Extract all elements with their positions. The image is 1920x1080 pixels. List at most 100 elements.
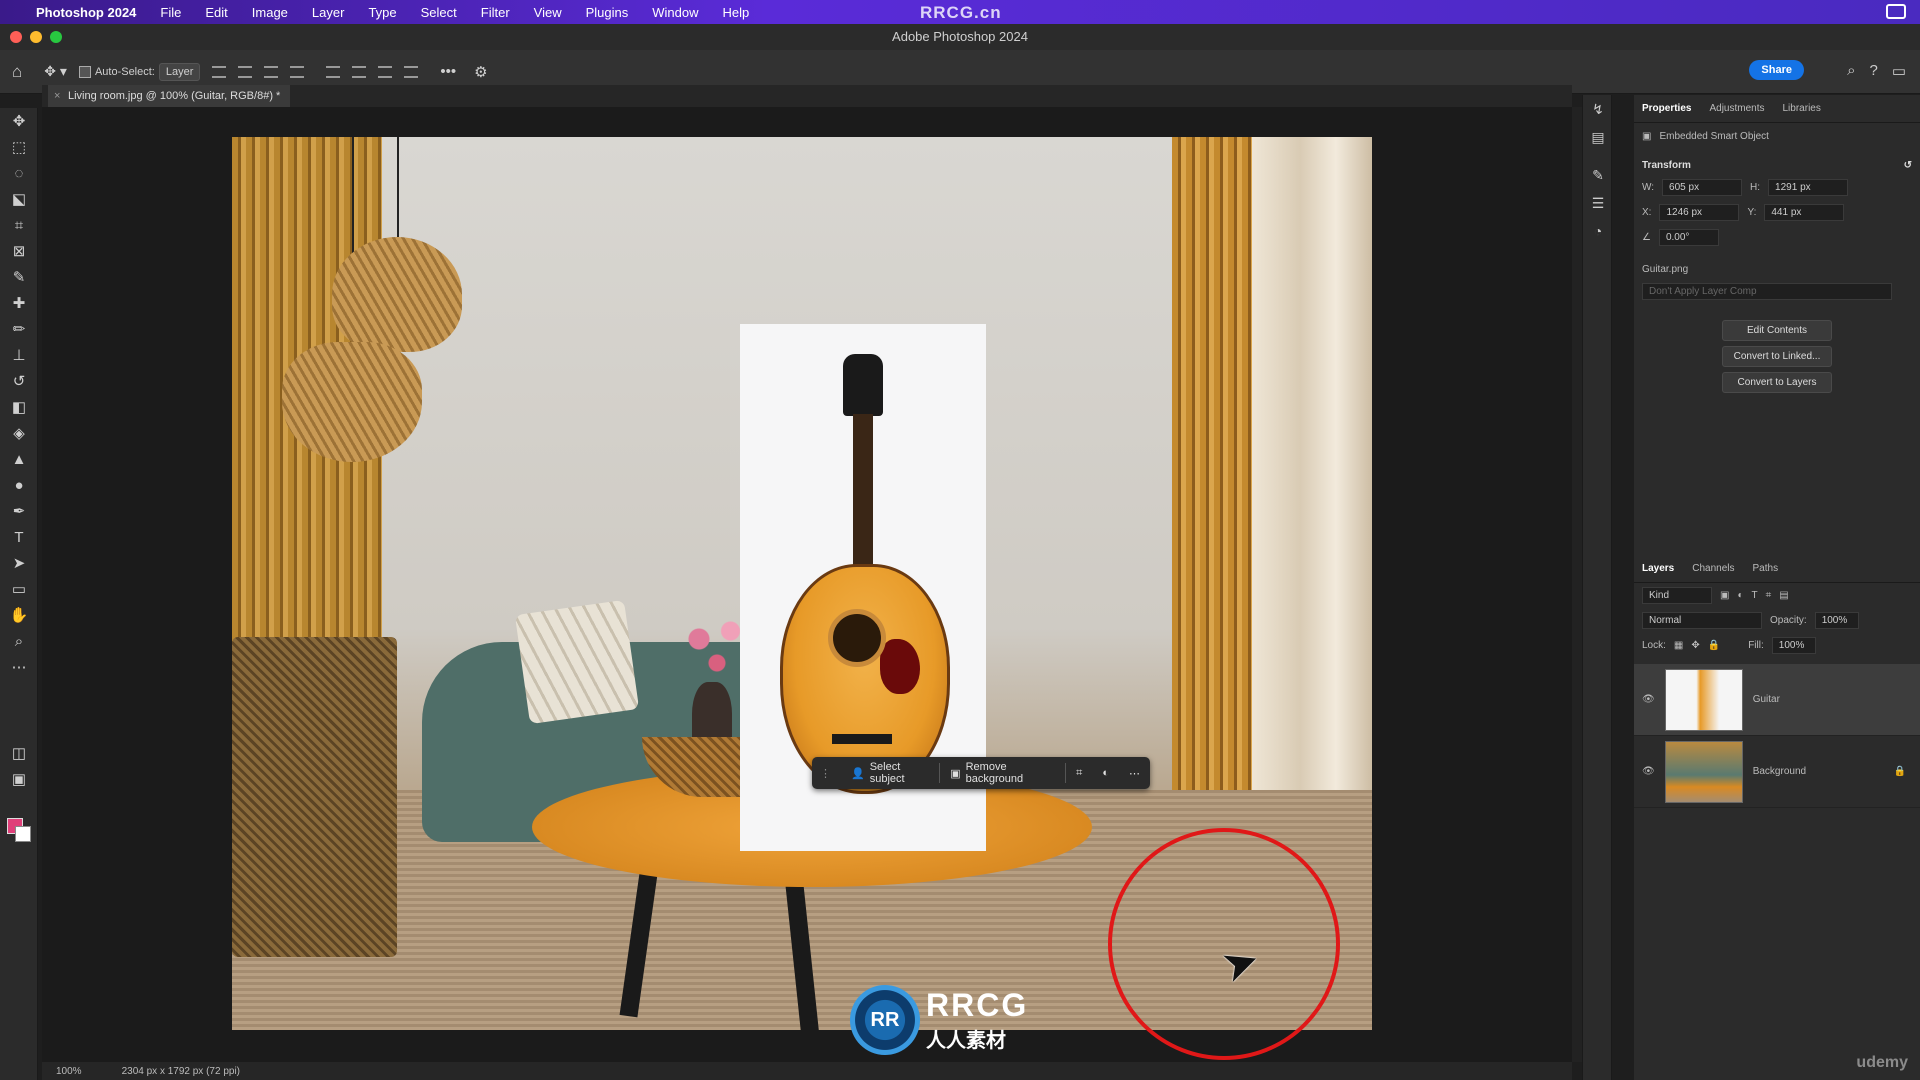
distribute-icon[interactable] [290,65,305,78]
lock-pixels-icon[interactable]: ▦ [1674,640,1683,651]
properties-icon[interactable]: ☰ [1583,189,1613,217]
workspace-icon[interactable]: ▭ [1892,62,1906,80]
share-button[interactable]: Share [1749,60,1804,80]
menu-select[interactable]: Select [421,5,457,20]
more-tools-icon[interactable]: ⋯ [0,654,38,680]
eyedropper-tool-icon[interactable]: ✎ [0,264,38,290]
history-brush-tool-icon[interactable]: ↺ [0,368,38,394]
auto-select-toggle[interactable]: Auto-Select: Layer [78,62,201,81]
layer-name[interactable]: Guitar [1753,694,1780,705]
app-menu[interactable]: Photoshop 2024 [36,5,136,20]
filter-type-icon[interactable]: T [1752,590,1758,601]
layer-comp-dropdown[interactable]: Don't Apply Layer Comp [1642,283,1892,300]
search-icon[interactable]: ⌕ [1847,62,1855,80]
dodge-tool-icon[interactable]: ● [0,472,38,498]
menu-layer[interactable]: Layer [312,5,345,20]
height-field[interactable]: 1291 px [1768,179,1849,196]
reset-transform-icon[interactable]: ↺ [1904,160,1912,171]
auto-select-checkbox[interactable] [78,65,91,78]
path-selection-tool-icon[interactable]: ➤ [0,550,38,576]
zoom-level[interactable]: 100% [56,1066,82,1077]
canvas-scrollbar[interactable] [1572,107,1582,1062]
distribute-vertical-icon[interactable] [404,65,419,78]
select-subject-button[interactable]: 👤 Select subject [841,757,939,789]
crop-tool-icon[interactable]: ⌗ [0,212,38,238]
align-top-icon[interactable] [326,65,341,78]
auto-select-dropdown[interactable]: Layer [158,62,201,81]
menu-image[interactable]: Image [252,5,288,20]
filter-adjustment-icon[interactable]: ◐ [1737,590,1743,601]
tab-channels[interactable]: Channels [1692,563,1734,574]
comments-icon[interactable]: ▤ [1583,123,1613,151]
convert-to-layers-button[interactable]: Convert to Layers [1722,372,1832,393]
menu-help[interactable]: Help [723,5,750,20]
edit-contents-button[interactable]: Edit Contents [1722,320,1832,341]
frame-tool-icon[interactable]: ⊠ [0,238,38,264]
layer-row-background[interactable]: 👁 Background 🔒 [1634,736,1920,808]
close-window-icon[interactable] [10,31,22,43]
blur-tool-icon[interactable]: ▲ [0,446,38,472]
menu-file[interactable]: File [160,5,181,20]
lock-position-icon[interactable]: ✥ [1691,640,1699,651]
healing-brush-tool-icon[interactable]: ✚ [0,290,38,316]
tab-paths[interactable]: Paths [1753,563,1779,574]
align-left-icon[interactable] [212,65,227,78]
align-right-icon[interactable] [264,65,279,78]
move-tool-preset-icon[interactable]: ✥ ▾ [44,63,67,80]
background-color-swatch[interactable] [15,826,31,842]
filter-shape-icon[interactable]: ⌗ [1766,590,1772,601]
menu-edit[interactable]: Edit [205,5,227,20]
filter-pixel-icon[interactable]: ▣ [1720,590,1729,601]
menu-window[interactable]: Window [652,5,698,20]
fill-field[interactable]: 100% [1771,637,1816,654]
eraser-tool-icon[interactable]: ◧ [0,394,38,420]
remove-background-button[interactable]: ▣ Remove background [940,757,1065,789]
align-middle-icon[interactable] [352,65,367,78]
tab-adjustments[interactable]: Adjustments [1709,103,1764,114]
history-icon[interactable]: ↯ [1583,95,1613,123]
width-field[interactable]: 605 px [1662,179,1743,196]
home-icon[interactable]: ⌂ [12,62,22,82]
document-tab[interactable]: × Living room.jpg @ 100% (Guitar, RGB/8#… [48,85,291,107]
move-tool-icon[interactable]: ✥ [0,108,38,134]
angle-field[interactable]: 0.00° [1658,229,1719,246]
quick-mask-icon[interactable]: ◫ [0,740,38,766]
transform-icon[interactable]: ⌗ [1066,757,1092,789]
drag-handle-icon[interactable]: ⋮ [812,757,841,789]
hand-tool-icon[interactable]: ✋ [0,602,38,628]
close-tab-icon[interactable]: × [54,85,60,107]
menu-plugins[interactable]: Plugins [586,5,629,20]
brush-settings-icon[interactable]: ✎ [1583,161,1613,189]
y-field[interactable]: 441 px [1764,204,1845,221]
menu-type[interactable]: Type [368,5,396,20]
settings-gear-icon[interactable]: ⚙ [474,63,487,81]
lasso-tool-icon[interactable]: ◌ [0,160,38,186]
pen-tool-icon[interactable]: ✒ [0,498,38,524]
tab-libraries[interactable]: Libraries [1783,103,1821,114]
more-icon[interactable]: ⋯ [1119,757,1150,789]
type-tool-icon[interactable]: T [0,524,38,550]
rectangle-tool-icon[interactable]: ▭ [0,576,38,602]
clone-stamp-tool-icon[interactable]: ⊥ [0,342,38,368]
lock-all-icon[interactable]: 🔒 [1708,640,1720,651]
kind-filter-dropdown[interactable]: Kind [1642,587,1712,604]
help-icon[interactable]: ? [1869,62,1877,80]
tab-properties[interactable]: Properties [1642,103,1691,114]
menu-view[interactable]: View [534,5,562,20]
menu-filter[interactable]: Filter [481,5,510,20]
visibility-eye-icon[interactable]: 👁 [1642,694,1655,705]
maximize-window-icon[interactable] [50,31,62,43]
blend-mode-dropdown[interactable]: Normal [1642,612,1762,629]
minimize-window-icon[interactable] [30,31,42,43]
layer-name[interactable]: Background [1753,766,1806,777]
opacity-field[interactable]: 100% [1814,612,1859,629]
more-options-icon[interactable]: ••• [440,63,456,80]
tab-layers[interactable]: Layers [1642,563,1674,574]
align-center-icon[interactable] [238,65,253,78]
screen-record-icon[interactable] [1886,4,1906,19]
adjustments-icon[interactable]: ◔ [1583,217,1613,245]
filter-smart-object-icon[interactable]: ▤ [1779,590,1788,601]
visibility-eye-icon[interactable]: 👁 [1642,766,1655,777]
layer-row-guitar[interactable]: 👁 Guitar [1634,664,1920,736]
zoom-tool-icon[interactable]: ⌕ [0,628,38,654]
